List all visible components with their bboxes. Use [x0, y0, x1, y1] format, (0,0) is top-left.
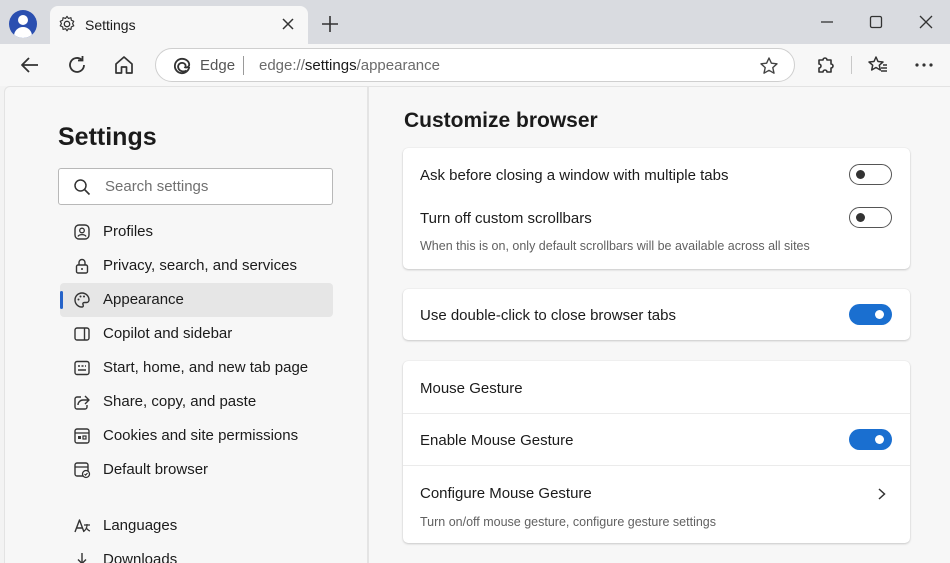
toggle-knob: [875, 310, 884, 319]
cookies-icon: [74, 428, 90, 444]
toggle-knob: [875, 435, 884, 444]
sidebar-item-label: Copilot and sidebar: [103, 325, 233, 342]
new-tab-icon[interactable]: [320, 14, 340, 34]
url-host: settings: [304, 57, 357, 74]
sidebar-item-label: Share, copy, and paste: [103, 393, 257, 410]
favorite-star-icon[interactable]: [759, 56, 779, 76]
edge-logo-icon: [173, 57, 191, 75]
back-arrow-icon[interactable]: [18, 53, 42, 77]
sidebar-item-default-browser[interactable]: Default browser: [60, 453, 333, 487]
address-brand-label: Edge: [200, 57, 236, 74]
palette-icon: [74, 292, 90, 308]
sidebar-item-label: Languages: [103, 517, 178, 534]
toggle-knob: [856, 213, 865, 222]
minimize-icon[interactable]: [817, 12, 837, 32]
sidebar-item-appearance[interactable]: Appearance: [60, 283, 333, 317]
enable-gesture-label: Enable Mouse Gesture: [420, 432, 574, 449]
sidebar-item-downloads[interactable]: Downloads: [60, 543, 333, 563]
row-divider: [403, 413, 910, 414]
refresh-icon[interactable]: [65, 53, 89, 77]
lock-icon: [75, 258, 89, 274]
sidebar-item-label: Cookies and site permissions: [103, 427, 299, 444]
toggle-knob: [856, 170, 865, 179]
configure-gesture-row[interactable]: Configure Mouse Gesture Turn on/off mous…: [403, 466, 910, 543]
scrollbars-label: Turn off custom scrollbars: [420, 210, 592, 227]
configure-gesture-description: Turn on/off mouse gesture, configure ges…: [420, 515, 717, 529]
page-title: Customize browser: [404, 109, 598, 132]
url-prefix: edge://: [259, 57, 305, 74]
address-bar[interactable]: Edge edge://settings/appearance: [155, 48, 795, 82]
settings-content: Settings Profiles Privacy, search, and s: [4, 86, 950, 563]
double-click-card: Use double-click to close browser tabs: [403, 289, 910, 340]
extensions-icon[interactable]: [813, 53, 837, 77]
share-icon: [74, 395, 90, 410]
scrollbars-description: When this is on, only default scrollbars…: [420, 239, 810, 253]
favorites-icon[interactable]: [866, 53, 890, 77]
address-separator: [243, 56, 244, 75]
sidebar-item-label: Profiles: [103, 223, 154, 240]
sidebar-item-cookies[interactable]: Cookies and site permissions: [60, 419, 333, 453]
sidebar-item-label: Start, home, and new tab page: [103, 359, 309, 376]
profile-avatar-button[interactable]: [9, 10, 37, 38]
sidebar-item-label: Default browser: [103, 461, 209, 478]
toolbar-divider: [851, 56, 852, 74]
tab-settings[interactable]: Settings: [50, 6, 308, 44]
sidebar-item-share[interactable]: Share, copy, and paste: [60, 385, 333, 419]
more-menu-icon[interactable]: [912, 53, 936, 77]
toolbar: Edge edge://settings/appearance: [0, 44, 950, 86]
ask-close-label: Ask before closing a window with multipl…: [420, 167, 729, 184]
settings-title: Settings: [58, 123, 157, 151]
double-click-label: Use double-click to close browser tabs: [420, 307, 676, 324]
ask-close-toggle[interactable]: [849, 164, 892, 185]
sidebar-item-label: Downloads: [103, 551, 178, 563]
search-input[interactable]: [105, 169, 325, 204]
sidebar-item-start-home[interactable]: Start, home, and new tab page: [60, 351, 333, 385]
home-page-icon: [74, 360, 90, 376]
chevron-right-icon: [878, 488, 886, 500]
tab-title: Settings: [85, 17, 136, 33]
double-click-toggle[interactable]: [849, 304, 892, 325]
languages-icon: [74, 519, 91, 533]
gear-icon: [59, 15, 75, 32]
mouse-gesture-header: Mouse Gesture: [420, 380, 523, 397]
sidebar-item-copilot[interactable]: Copilot and sidebar: [60, 317, 333, 351]
sidebar-item-languages[interactable]: Languages: [60, 509, 333, 543]
close-tab-icon[interactable]: [280, 16, 296, 32]
search-icon: [74, 179, 91, 196]
sidebar-icon: [74, 327, 90, 341]
active-indicator: [60, 291, 63, 309]
tabs-scrollbar-card: Ask before closing a window with multipl…: [403, 148, 910, 269]
enable-gesture-toggle[interactable]: [849, 429, 892, 450]
mouse-gesture-card: Mouse Gesture Enable Mouse Gesture Confi…: [403, 361, 910, 543]
scrollbars-toggle[interactable]: [849, 207, 892, 228]
close-window-icon[interactable]: [916, 12, 936, 32]
download-icon: [77, 553, 87, 563]
sidebar-item-privacy[interactable]: Privacy, search, and services: [60, 249, 333, 283]
profile-icon: [74, 224, 90, 240]
configure-gesture-label: Configure Mouse Gesture: [420, 485, 592, 502]
sidebar-item-profiles[interactable]: Profiles: [60, 215, 333, 249]
search-box[interactable]: [58, 168, 333, 205]
settings-main: Customize browser Ask before closing a w…: [371, 87, 950, 563]
sidebar-item-label: Privacy, search, and services: [103, 257, 297, 274]
url-path: /appearance: [356, 57, 440, 74]
browser-icon: [74, 462, 91, 479]
settings-sidebar: Settings Profiles Privacy, search, and s: [5, 87, 369, 563]
maximize-icon[interactable]: [866, 12, 886, 32]
avatar-body: [14, 27, 32, 38]
avatar-head: [18, 15, 28, 25]
title-bar: Settings: [0, 0, 950, 44]
sidebar-item-label: Appearance: [103, 291, 184, 308]
home-icon[interactable]: [112, 53, 136, 77]
address-url[interactable]: edge://settings/appearance: [259, 57, 440, 74]
